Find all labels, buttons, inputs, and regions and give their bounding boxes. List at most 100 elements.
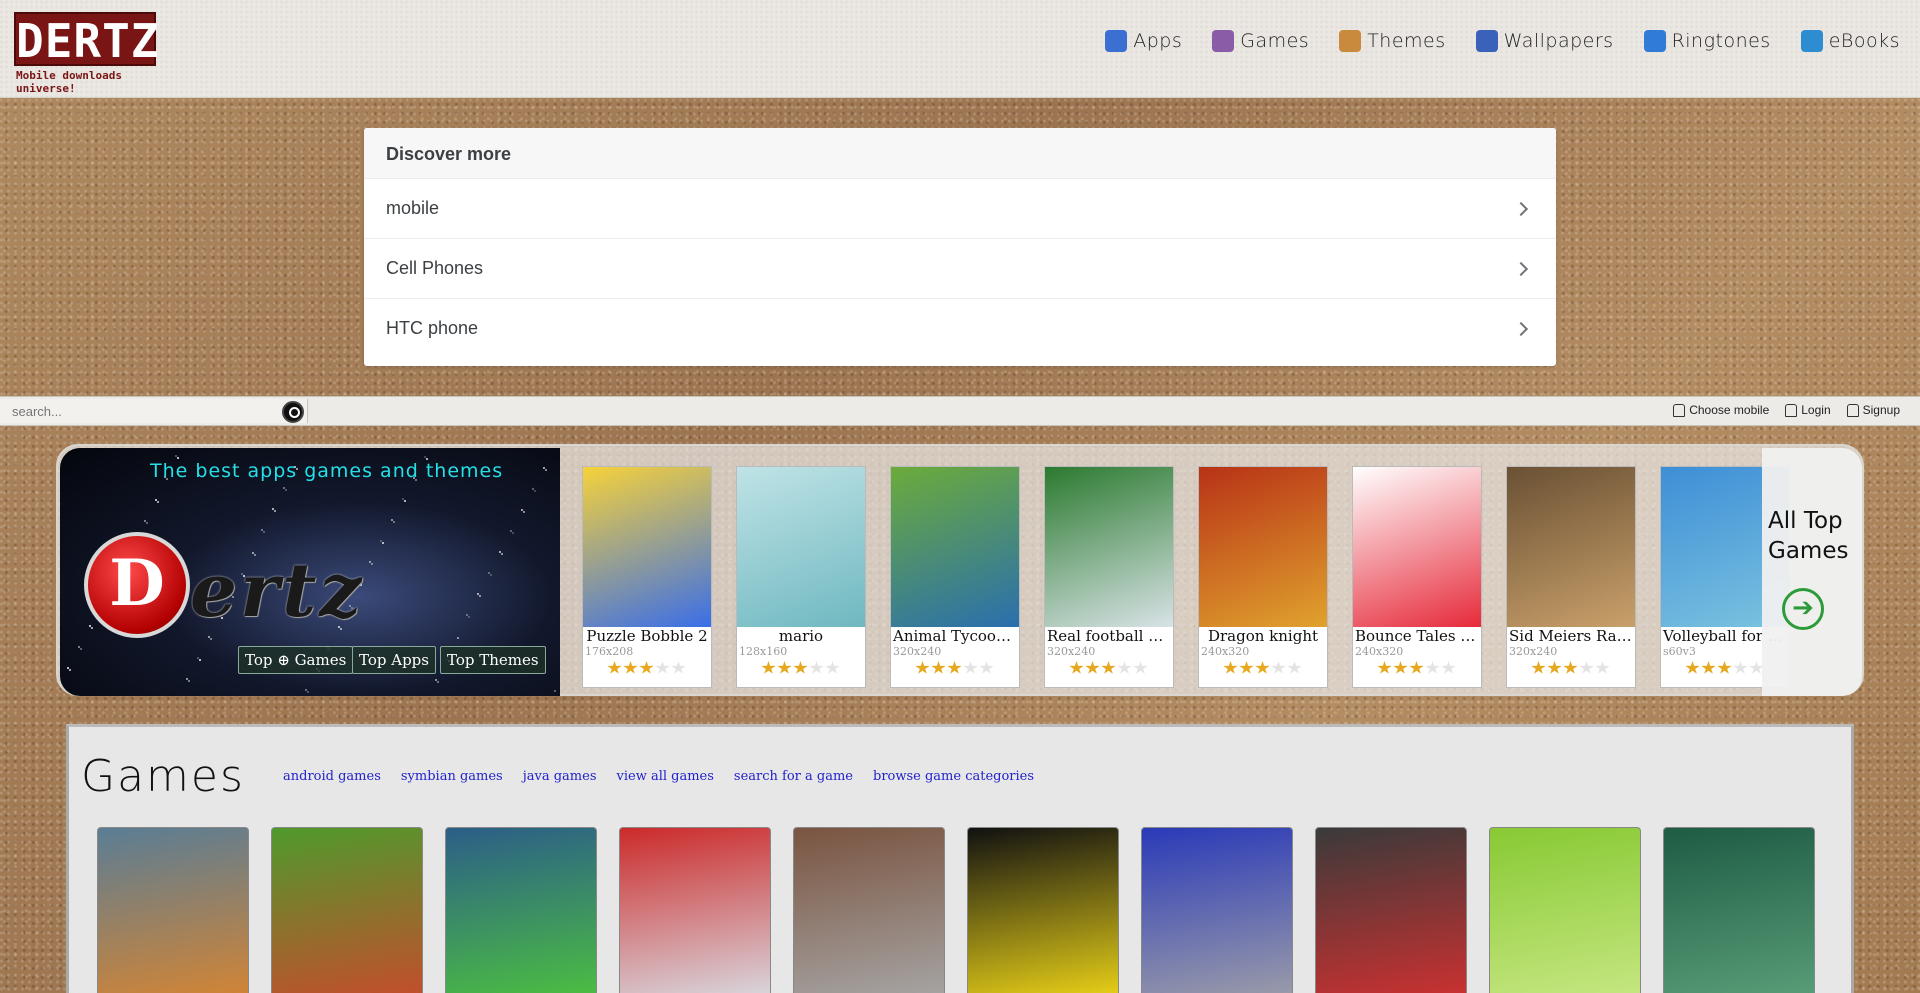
game-resolution: 176x208 [585, 645, 634, 658]
top-game-card[interactable]: Puzzle Bobble 2 176x208 [582, 466, 712, 688]
game-resolution: 320x240 [1047, 645, 1096, 658]
game-thumbnail[interactable] [891, 467, 1019, 627]
discover-item[interactable]: Cell Phones [364, 238, 1556, 298]
game-tile[interactable] [793, 827, 945, 993]
game-thumbnail[interactable] [1507, 467, 1635, 627]
star-icon [1255, 661, 1270, 674]
nav-item-ringtones[interactable]: Ringtones [1643, 30, 1771, 52]
top-game-card[interactable]: Dragon knight 240x320 [1198, 466, 1328, 688]
user-link-label: Login [1801, 403, 1831, 417]
discover-item-label: HTC phone [386, 318, 479, 338]
game-tile[interactable] [1663, 827, 1815, 993]
top-game-card[interactable]: Animal Tycoon 2 320x240 [890, 466, 1020, 688]
promo-banner: The best apps games and themes D ertz To… [60, 448, 560, 696]
star-icon [655, 661, 670, 674]
nav-item-games[interactable]: Games [1212, 30, 1309, 52]
game-resolution: 240x320 [1355, 645, 1404, 658]
star-icon [1117, 661, 1132, 674]
star-icon [761, 661, 776, 674]
game-title[interactable]: Sid Meiers Railro... [1507, 627, 1635, 645]
games-section: Games android games symbian games java gam… [66, 724, 1854, 993]
game-thumbnail[interactable] [1353, 467, 1481, 627]
star-icon [931, 661, 946, 674]
game-tile[interactable] [1315, 827, 1467, 993]
top-themes-button[interactable]: Top Themes [440, 646, 546, 674]
game-tile[interactable] [271, 827, 423, 993]
banner-logo-wordmark: ertz [190, 548, 365, 634]
game-tile[interactable] [445, 827, 597, 993]
nav-item-label: Games [1240, 30, 1310, 52]
user-links: Choose mobile Login Signup [1673, 403, 1900, 417]
music-icon [1643, 30, 1666, 52]
games-link-symbian-games[interactable]: symbian games [401, 769, 503, 784]
star-icon [777, 661, 792, 674]
game-title[interactable]: Puzzle Bobble 2 [583, 627, 711, 645]
site-logo[interactable]: DERTZ Mobile downloads universe! [14, 12, 184, 95]
logo-wordmark: DERTZ [14, 12, 160, 68]
games-link-java-games[interactable]: java games [523, 769, 597, 784]
games-link-android-games[interactable]: android games [283, 769, 381, 784]
star-icon [825, 661, 840, 674]
star-icon [1393, 661, 1408, 674]
all-top-games-panel[interactable]: All Top Games ➔ [1762, 448, 1862, 696]
star-icon [947, 661, 962, 674]
nav-item-label: Ringtones [1671, 30, 1771, 52]
discover-item[interactable]: mobile [364, 178, 1556, 238]
game-tile[interactable] [619, 827, 771, 993]
nav-item-wallpapers[interactable]: Wallpapers [1475, 30, 1614, 52]
apps-icon [1105, 30, 1128, 52]
arrow-right-icon[interactable]: ➔ [1782, 588, 1824, 630]
star-icon [1069, 661, 1084, 674]
game-tile[interactable] [967, 827, 1119, 993]
star-icon [1595, 661, 1610, 674]
game-tile[interactable] [1141, 827, 1293, 993]
star-icon [1223, 661, 1238, 674]
user-link-login[interactable]: Login [1785, 403, 1831, 417]
banner-title: The best apps games and themes [150, 460, 504, 482]
star-icon [671, 661, 686, 674]
user-link-choose-mobile[interactable]: Choose mobile [1673, 403, 1769, 417]
star-icon [963, 661, 978, 674]
game-title[interactable]: Dragon knight [1199, 627, 1327, 645]
nav-item-apps[interactable]: Apps [1105, 30, 1182, 52]
top-game-card[interactable]: mario 128x160 [736, 466, 866, 688]
discover-item-label: Cell Phones [386, 258, 484, 278]
star-icon [1531, 661, 1546, 674]
search-input[interactable] [0, 399, 308, 423]
all-top-games-label: All Top Games [1768, 508, 1849, 564]
top-games-button[interactable]: Top ⊕ Games [238, 646, 354, 674]
discover-list: mobile Cell Phones HTC phone [364, 178, 1556, 358]
star-icon [1717, 661, 1732, 674]
top-games-carousel: The best apps games and themes D ertz To… [56, 444, 1864, 696]
game-title[interactable]: mario [737, 627, 865, 645]
top-apps-button[interactable]: Top Apps [352, 646, 436, 674]
top-game-card[interactable]: Sid Meiers Railro...320x240 [1506, 466, 1636, 688]
user-link-signup[interactable]: Signup [1846, 403, 1900, 417]
banner-logo-emblem: D [84, 532, 190, 638]
game-thumbnail[interactable] [737, 467, 865, 627]
nav-item-label: Apps [1133, 30, 1183, 52]
game-thumbnail[interactable] [1045, 467, 1173, 627]
nav-item-themes[interactable]: Themes [1339, 30, 1445, 52]
search-icon[interactable] [282, 401, 304, 423]
nav-item-ebooks[interactable]: eBooks [1800, 30, 1900, 52]
star-icon [915, 661, 930, 674]
game-title[interactable]: Animal Tycoon 2 [891, 627, 1019, 645]
game-tile[interactable] [97, 827, 249, 993]
games-link-view-all-games[interactable]: view all games [617, 769, 714, 784]
game-thumbnail[interactable] [1199, 467, 1327, 627]
book-icon [1800, 30, 1823, 52]
star-icon [623, 661, 638, 674]
star-icon [1133, 661, 1148, 674]
discover-item[interactable]: HTC phone [364, 298, 1556, 358]
top-game-card[interactable]: Bounce Tales Re... 240x320 [1352, 466, 1482, 688]
top-game-card[interactable]: Real football ma... 320x240 [1044, 466, 1174, 688]
game-tile[interactable] [1489, 827, 1641, 993]
game-resolution: 240x320 [1201, 645, 1250, 658]
search-strip: Choose mobile Login Signup [0, 396, 1920, 426]
game-title[interactable]: Bounce Tales Re... [1353, 627, 1481, 645]
games-link-search-for-a-game[interactable]: search for a game [734, 769, 853, 784]
game-thumbnail[interactable] [583, 467, 711, 627]
games-link-browse-game-categories[interactable]: browse game categories [873, 769, 1034, 784]
game-title[interactable]: Real football ma... [1045, 627, 1173, 645]
